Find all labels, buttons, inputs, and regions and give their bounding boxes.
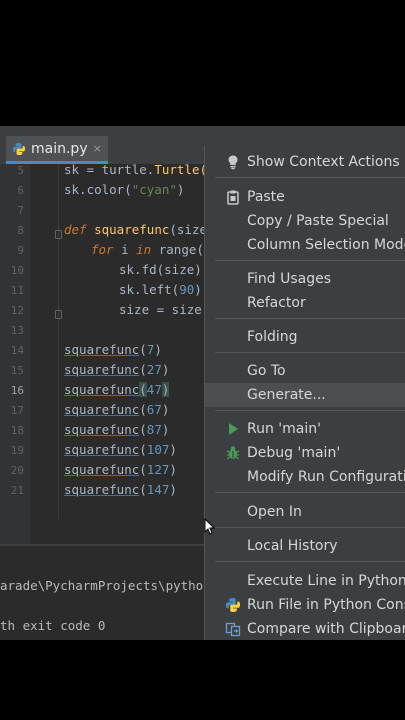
menu-item-execute-line[interactable]: Execute Line in Python Console bbox=[205, 569, 405, 593]
code-line: sk.left(90) bbox=[119, 282, 202, 297]
tab-label: main.py bbox=[31, 140, 88, 157]
menu-item-column-selection-mode[interactable]: Column Selection Mode bbox=[205, 233, 405, 257]
code-line: for i in range(4 bbox=[91, 242, 212, 257]
tab-main-py[interactable]: main.py × bbox=[6, 136, 108, 164]
menu-item-compare-with-clipboard[interactable]: Compare with Clipboard bbox=[205, 617, 405, 640]
line-number: 9 bbox=[17, 244, 24, 257]
clipboard-icon bbox=[227, 190, 239, 205]
line-number: 21 bbox=[10, 484, 24, 497]
menu-separator bbox=[215, 527, 405, 528]
lightbulb-icon bbox=[228, 155, 238, 170]
run-output-panel: arade\PycharmProjects\pythonPr th exit c… bbox=[0, 544, 226, 640]
menu-item-modify-run-configuration[interactable]: Modify Run Configuration... bbox=[205, 465, 405, 489]
menu-item-paste[interactable]: Paste bbox=[205, 185, 405, 209]
fold-marker[interactable] bbox=[55, 310, 62, 319]
code-line: sk.fd(size) bbox=[119, 262, 202, 277]
code-line: squarefunc(107) bbox=[64, 442, 177, 457]
pycharm-window: main.py × 5 6 7 8 9 10 11 12 13 14 15 16… bbox=[0, 126, 405, 640]
code-line: squarefunc(7) bbox=[64, 342, 162, 357]
menu-item-find-usages[interactable]: Find Usages bbox=[205, 267, 405, 291]
menu-separator bbox=[215, 492, 405, 493]
tab-close-icon[interactable]: × bbox=[93, 142, 102, 155]
menu-item-folding[interactable]: Folding bbox=[205, 325, 405, 349]
line-number: 7 bbox=[17, 204, 24, 217]
code-line: squarefunc(87) bbox=[64, 422, 170, 437]
menu-separator bbox=[215, 260, 405, 261]
menu-separator bbox=[215, 561, 405, 562]
line-number: 13 bbox=[10, 324, 24, 337]
code-line: squarefunc(27) bbox=[64, 362, 170, 377]
line-number: 16 bbox=[10, 384, 24, 397]
play-icon bbox=[229, 423, 238, 435]
line-number: 15 bbox=[10, 364, 24, 377]
line-number: 10 bbox=[10, 264, 24, 277]
code-line: squarefunc(127) bbox=[64, 462, 177, 477]
code-line: squarefunc(47) bbox=[64, 382, 170, 397]
menu-separator bbox=[215, 177, 405, 178]
editor-context-menu: Show Context Actions Paste Copy / Paste … bbox=[204, 146, 405, 640]
menu-item-copy-paste-special[interactable]: Copy / Paste Special bbox=[205, 209, 405, 233]
bug-icon bbox=[226, 446, 240, 460]
menu-item-open-in[interactable]: Open In bbox=[205, 500, 405, 524]
python-file-icon bbox=[13, 142, 25, 155]
line-number: 8 bbox=[17, 224, 24, 237]
line-number: 6 bbox=[17, 184, 24, 197]
menu-item-run-main[interactable]: Run 'main' bbox=[205, 417, 405, 441]
run-command-path: arade\PycharmProjects\pythonPr bbox=[0, 578, 226, 593]
code-line: squarefunc(67) bbox=[64, 402, 170, 417]
menu-item-go-to[interactable]: Go To bbox=[205, 359, 405, 383]
code-line: sk = turtle.Turtle() bbox=[64, 162, 215, 177]
line-number: 5 bbox=[17, 164, 24, 177]
run-exit-status: th exit code 0 bbox=[0, 618, 106, 633]
line-number: 20 bbox=[10, 464, 24, 477]
menu-separator bbox=[215, 352, 405, 353]
line-number: 18 bbox=[10, 424, 24, 437]
line-number: 12 bbox=[10, 304, 24, 317]
code-line: squarefunc(147) bbox=[64, 482, 177, 497]
menu-item-show-context-actions[interactable]: Show Context Actions bbox=[205, 150, 405, 174]
line-number: 17 bbox=[10, 404, 24, 417]
menu-separator bbox=[215, 410, 405, 411]
code-line: def squarefunc(size) bbox=[64, 222, 215, 237]
indent-guide bbox=[58, 164, 59, 519]
python-icon bbox=[226, 598, 240, 612]
menu-item-debug-main[interactable]: Debug 'main' bbox=[205, 441, 405, 465]
menu-item-local-history[interactable]: Local History bbox=[205, 534, 405, 558]
menu-separator bbox=[215, 318, 405, 319]
fold-marker[interactable] bbox=[55, 230, 62, 239]
menu-item-run-file-in-console[interactable]: Run File in Python Console bbox=[205, 593, 405, 617]
compare-icon bbox=[225, 622, 241, 637]
menu-item-generate[interactable]: Generate... bbox=[205, 383, 405, 407]
code-editor[interactable]: 5 6 7 8 9 10 11 12 13 14 15 16 17 18 19 … bbox=[0, 162, 217, 544]
menu-item-refactor[interactable]: Refactor bbox=[205, 291, 405, 315]
line-number: 11 bbox=[10, 284, 24, 297]
mouse-cursor-icon bbox=[204, 518, 215, 535]
line-number: 19 bbox=[10, 444, 24, 457]
code-line: sk.color("cyan") bbox=[64, 182, 185, 197]
code-line: size = size + bbox=[119, 302, 217, 317]
line-number: 14 bbox=[10, 344, 24, 357]
